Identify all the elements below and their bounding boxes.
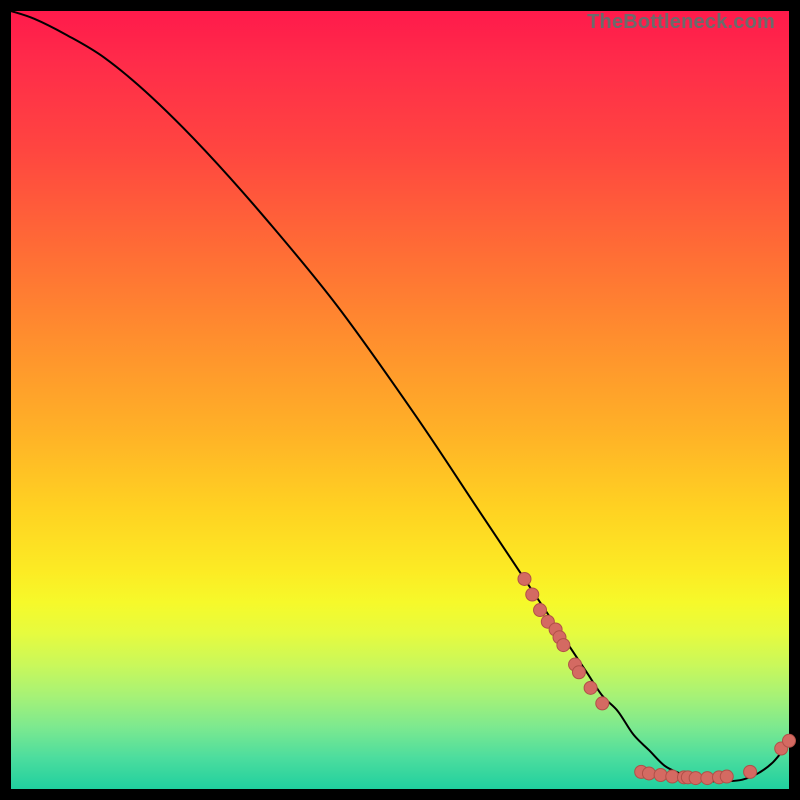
scatter-dot bbox=[666, 770, 679, 783]
scatter-dot bbox=[701, 772, 714, 785]
bottleneck-curve bbox=[11, 11, 789, 781]
scatter-dot bbox=[642, 767, 655, 780]
plot-area: TheBottleneck.com bbox=[11, 11, 789, 789]
chart-svg bbox=[11, 11, 789, 789]
scatter-dot bbox=[518, 572, 531, 585]
scatter-dot bbox=[557, 639, 570, 652]
scatter-dot bbox=[526, 588, 539, 601]
scatter-dot bbox=[720, 770, 733, 783]
scatter-dot bbox=[783, 734, 796, 747]
scatter-dot bbox=[744, 765, 757, 778]
scatter-dot bbox=[572, 666, 585, 679]
scatter-dot bbox=[534, 604, 547, 617]
scatter-dots bbox=[518, 572, 796, 784]
chart-stage: TheBottleneck.com bbox=[0, 0, 800, 800]
scatter-dot bbox=[596, 697, 609, 710]
scatter-dot bbox=[654, 768, 667, 781]
scatter-dot bbox=[584, 681, 597, 694]
scatter-dot bbox=[689, 772, 702, 785]
